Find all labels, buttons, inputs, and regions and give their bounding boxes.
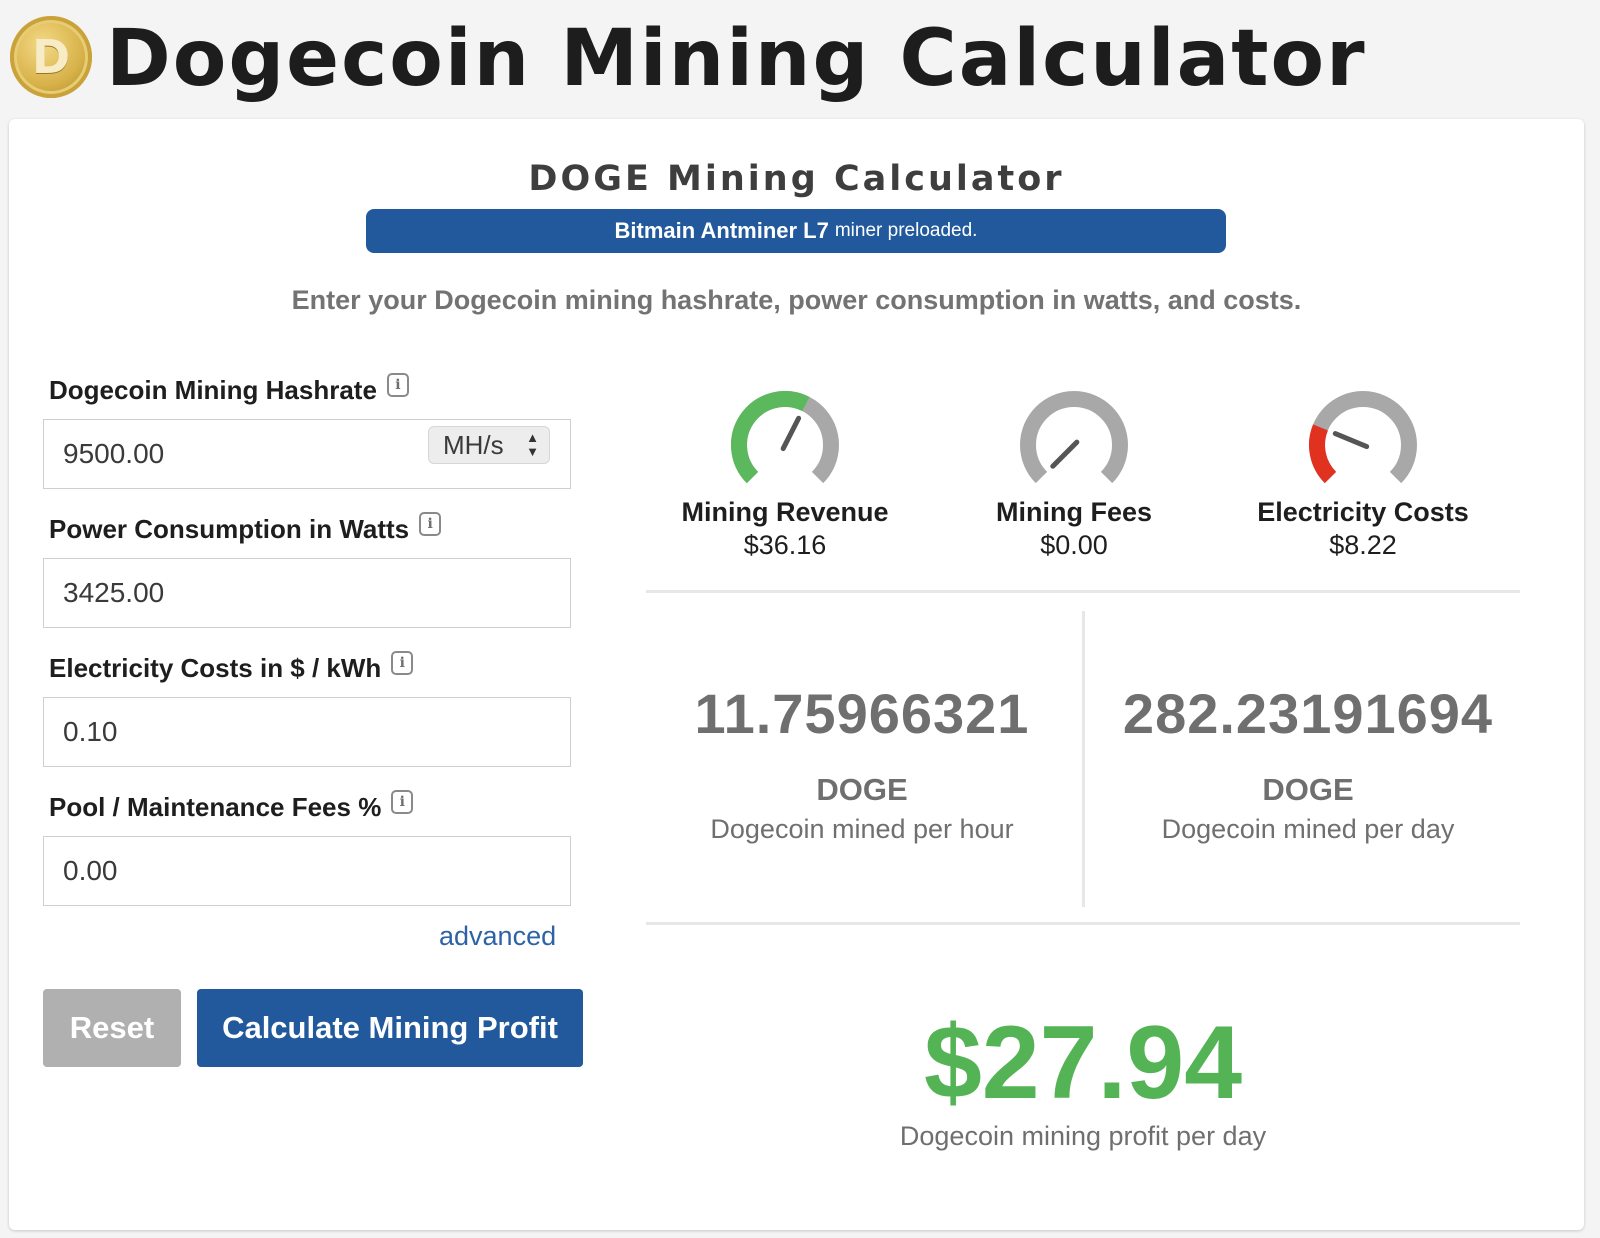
calculate-profit-button[interactable]: Calculate Mining Profit [197,989,583,1067]
doge-per-day-value: 282.23191694 [1122,682,1494,745]
gauge-value: $8.22 [1329,530,1397,560]
fees-input[interactable] [44,837,570,905]
power-input[interactable] [44,559,570,627]
gauge-electricity-costs: Electricity Costs $8.22 [1233,381,1493,561]
doge-per-hour-unit: DOGE [816,772,908,807]
hashrate-info-icon[interactable]: i [386,372,409,397]
hashrate-field: MH/s ▲▼ [43,419,571,489]
page-title: Dogecoin Mining Calculator [106,14,1367,104]
power-label-text: Power Consumption in Watts [49,514,410,544]
electricity-info-icon[interactable]: i [391,650,414,675]
gauge-value: $36.16 [743,530,827,560]
gauge-dial [731,391,839,484]
advanced-link[interactable]: advanced [439,921,556,952]
fees-label: Pool / Maintenance Fees % i [49,789,414,823]
doge-per-day-unit: DOGE [1262,772,1354,807]
fees-info-icon[interactable]: i [391,789,414,814]
hashrate-unit-select[interactable]: MH/s ▲ ▼ [428,426,550,464]
hashrate-label-text: Dogecoin Mining Hashrate [49,375,377,405]
gauge-label: Mining Revenue [681,497,889,527]
gauge-needle [780,415,802,452]
fees-field [43,836,571,906]
fees-label-text: Pool / Maintenance Fees % [49,792,382,822]
gauge-label: Mining Fees [995,497,1152,527]
calculator-title: DOGE Mining Calculator [528,159,1065,199]
preloaded-note: miner preloaded. [834,220,978,241]
gauge-value: $0.00 [1040,530,1108,560]
power-info-icon[interactable]: i [419,511,442,536]
reset-button[interactable]: Reset [43,989,181,1067]
calculator-card: DOGE Mining Calculator Bitmain Antminer … [9,119,1584,1230]
electricity-label: Electricity Costs in $ / kWh i [49,650,414,684]
doge-per-day-label: Dogecoin mined per day [1161,814,1455,844]
instructions-text: Enter your Dogecoin mining hashrate, pow… [291,285,1302,315]
hourly-stat: 11.75966321 DOGE Dogecoin mined per hour [647,681,1077,845]
gauge-needle [1050,439,1080,469]
dogecoin-logo: D [10,16,92,98]
hashrate-label: Dogecoin Mining Hashrate i [49,372,409,406]
power-field [43,558,571,628]
daily-profit-label: Dogecoin mining profit per day [899,1121,1267,1151]
results-divider-middle [1082,611,1085,907]
gauge-dial [1309,391,1417,484]
results-divider-top [646,590,1520,593]
preloaded-miner-name: Bitmain Antminer L7 [614,218,829,243]
doge-per-hour-value: 11.75966321 [694,682,1030,745]
gauge-mining-revenue: Mining Revenue $36.16 [655,381,915,561]
miner-preloaded-banner: Bitmain Antminer L7 miner preloaded. [366,209,1226,253]
electricity-cost-input[interactable] [44,698,570,766]
gauge-mining-fees: Mining Fees $0.00 [944,381,1204,561]
gauge-dial [1020,391,1128,484]
daily-stat: 282.23191694 DOGE Dogecoin mined per day [1093,681,1523,845]
hashrate-unit-value: MH/s [443,429,504,460]
results-divider-bottom [646,922,1520,925]
select-arrows-icon: ▲ ▼ [526,430,539,459]
gauge-needle [1332,431,1370,450]
power-label: Power Consumption in Watts i [49,511,442,545]
doge-per-hour-label: Dogecoin mined per hour [710,814,1014,844]
electricity-label-text: Electricity Costs in $ / kWh [49,653,382,683]
daily-profit-amount: $27.94 [923,1005,1243,1121]
gauge-label: Electricity Costs [1257,497,1469,527]
electricity-field [43,697,571,767]
logo-glyph: D [31,30,71,84]
